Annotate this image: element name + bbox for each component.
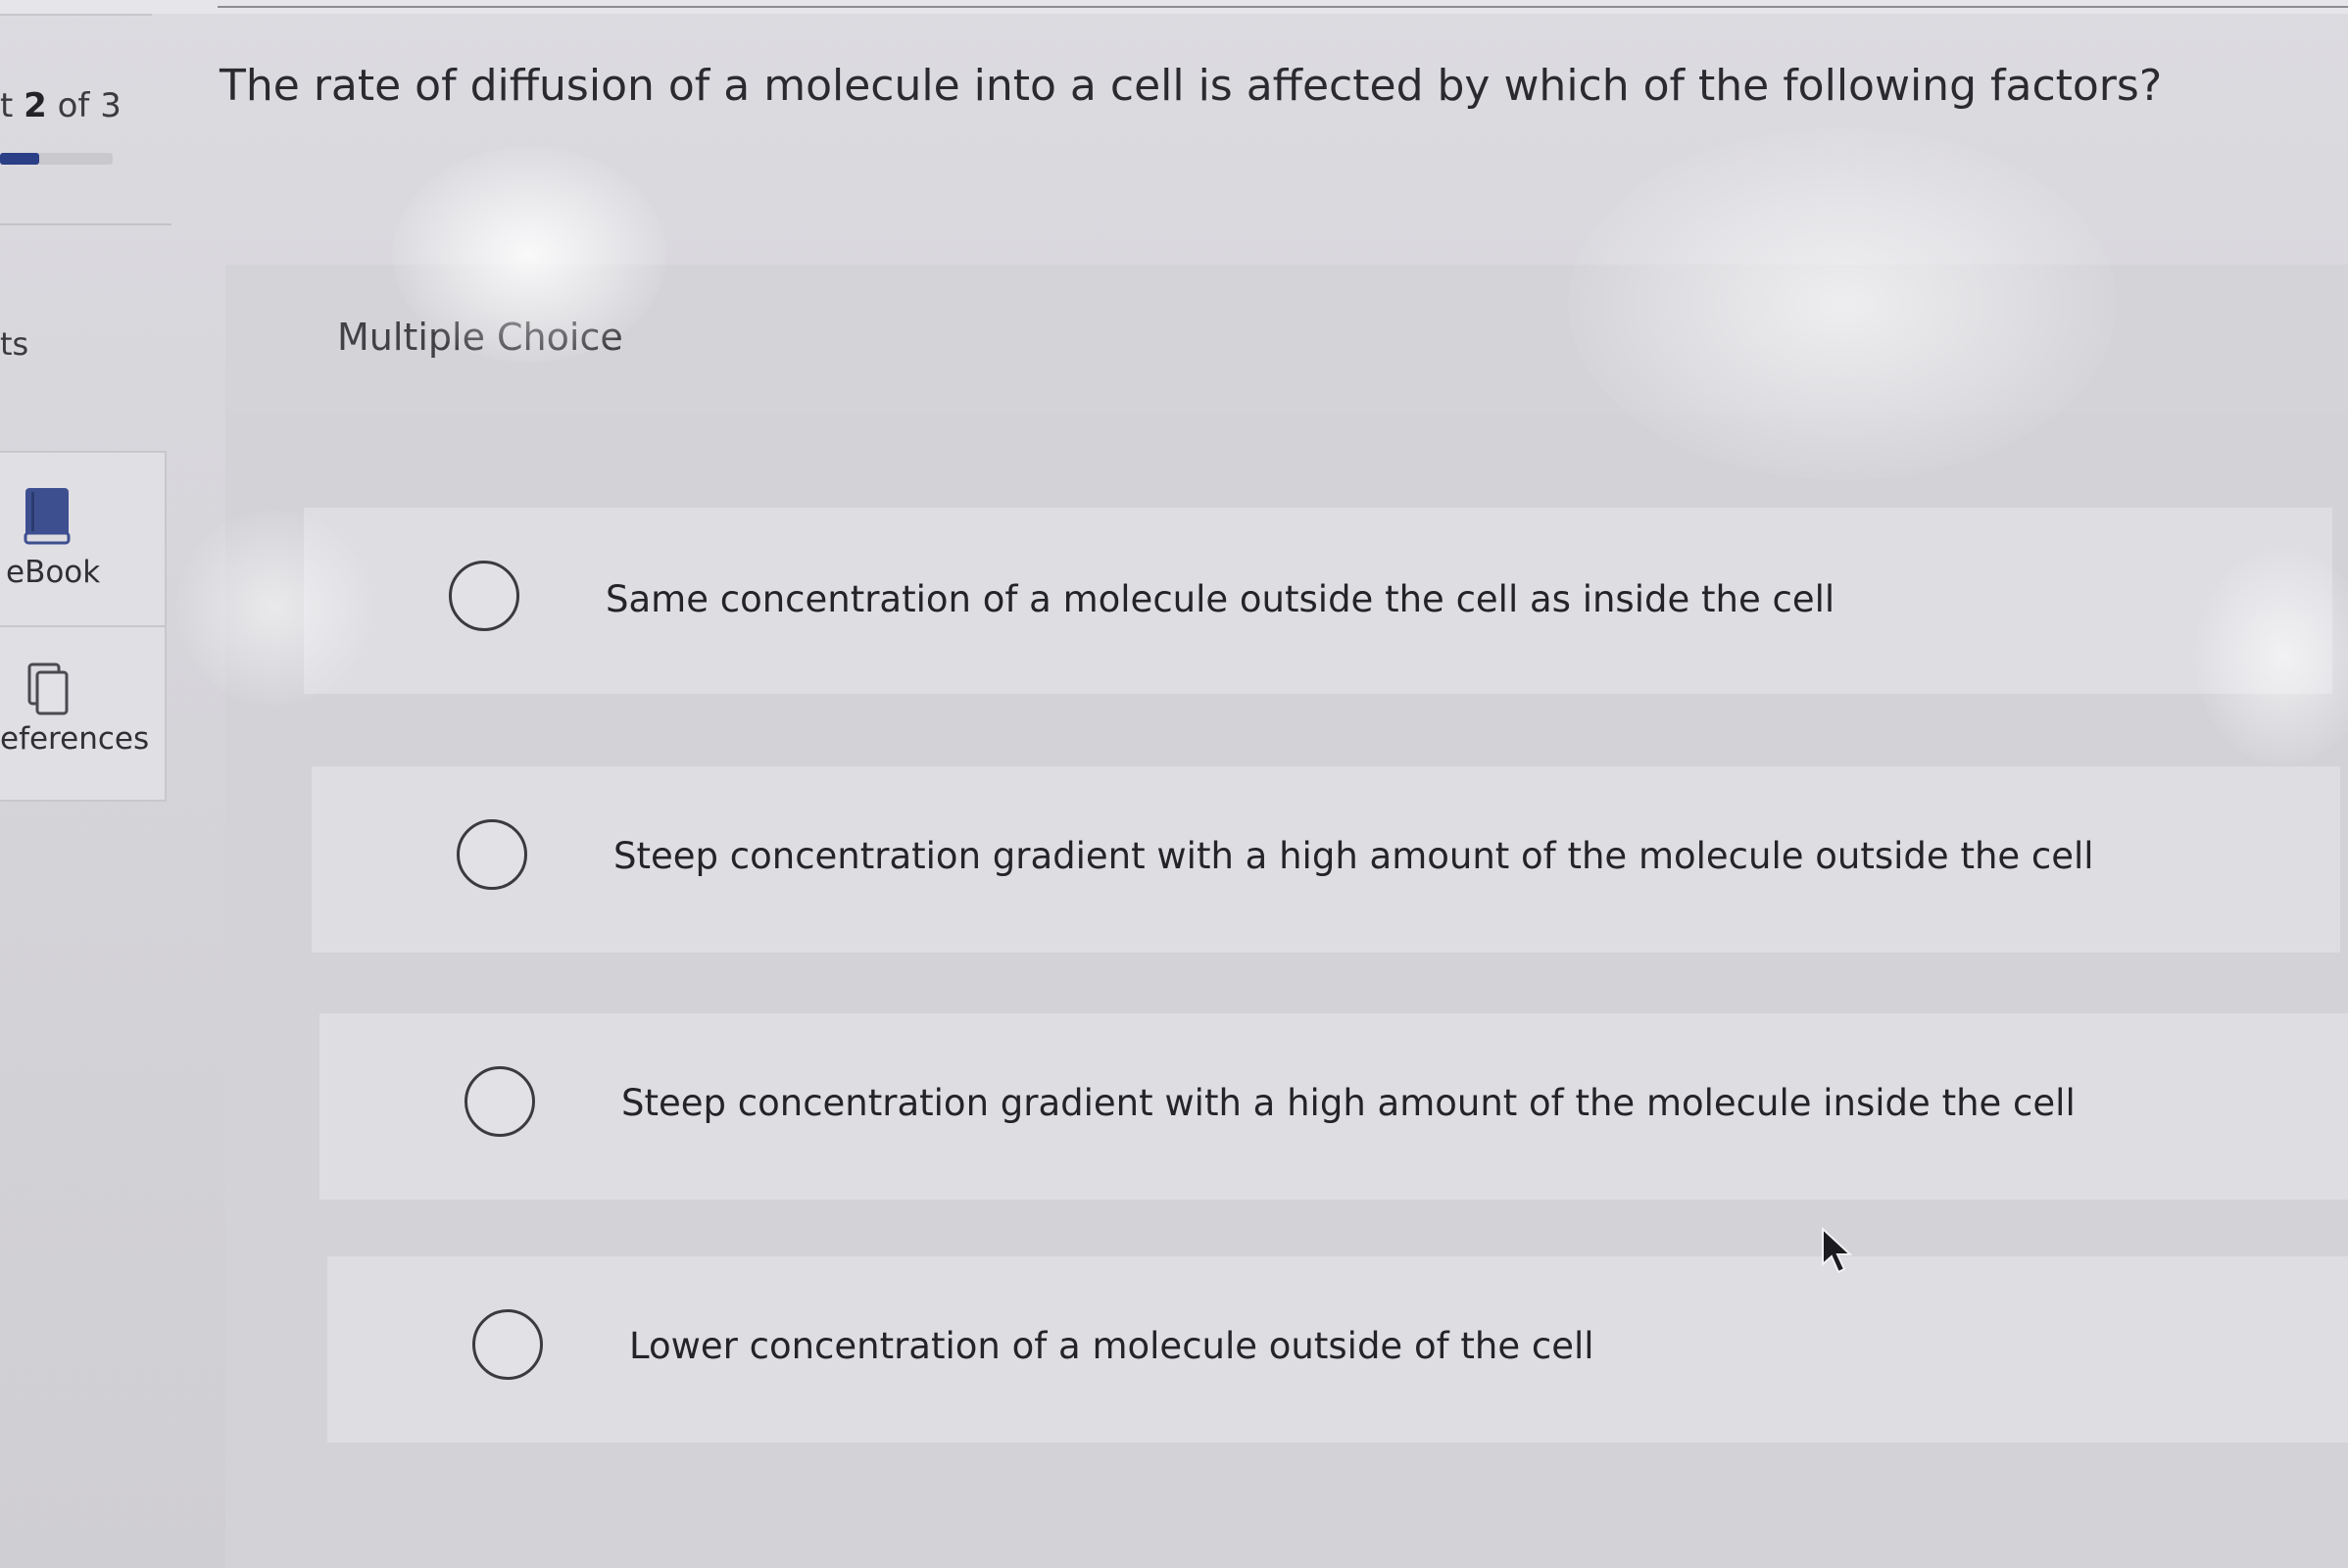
radio-button[interactable]	[457, 819, 527, 890]
mouse-pointer-icon	[1821, 1226, 1856, 1282]
answer-option-text: Steep concentration gradient with a high…	[613, 835, 2094, 877]
window-top-edge	[0, 0, 2348, 16]
sidebar-divider	[0, 223, 171, 225]
question-type-label: Multiple Choice	[337, 316, 623, 359]
top-bar-segment	[218, 0, 2348, 8]
sidebar-section-label: ts	[0, 325, 29, 363]
answer-option-text: Lower concentration of a molecule outsid…	[629, 1325, 1594, 1367]
question-type-header: Multiple Choice	[225, 265, 2348, 414]
radio-button[interactable]	[472, 1309, 543, 1380]
question-text: The rate of diffusion of a molecule into…	[220, 61, 2163, 111]
answer-option[interactable]: Same concentration of a molecule outside…	[304, 508, 2332, 694]
answer-option-text: Same concentration of a molecule outside…	[606, 578, 1835, 620]
progress-bar-fill	[0, 153, 39, 165]
left-sidebar: t 2 of 3 ts eBook eferences	[0, 0, 171, 1568]
answer-options-area: Same concentration of a molecule outside…	[225, 414, 2348, 1568]
copy-pages-icon	[22, 661, 76, 723]
progress-current: 2	[24, 86, 47, 125]
answer-option[interactable]: Steep concentration gradient with a high…	[319, 1013, 2348, 1200]
answer-option[interactable]: Lower concentration of a molecule outsid…	[327, 1256, 2348, 1443]
references-label: eferences	[0, 721, 150, 757]
radio-button[interactable]	[449, 561, 519, 631]
progress-prefix: t	[0, 86, 24, 125]
tools-panel: eBook eferences	[0, 451, 167, 802]
answer-option[interactable]: Steep concentration gradient with a high…	[312, 766, 2340, 953]
book-icon	[22, 486, 73, 551]
answer-option-text: Steep concentration gradient with a high…	[621, 1082, 2076, 1124]
radio-button[interactable]	[465, 1066, 535, 1137]
references-button[interactable]: eferences	[0, 627, 165, 800]
progress-rest: of 3	[46, 86, 122, 125]
ebook-button[interactable]: eBook	[0, 453, 165, 627]
ebook-label: eBook	[6, 555, 101, 590]
question-progress-text: t 2 of 3	[0, 86, 122, 125]
progress-bar	[0, 153, 113, 165]
